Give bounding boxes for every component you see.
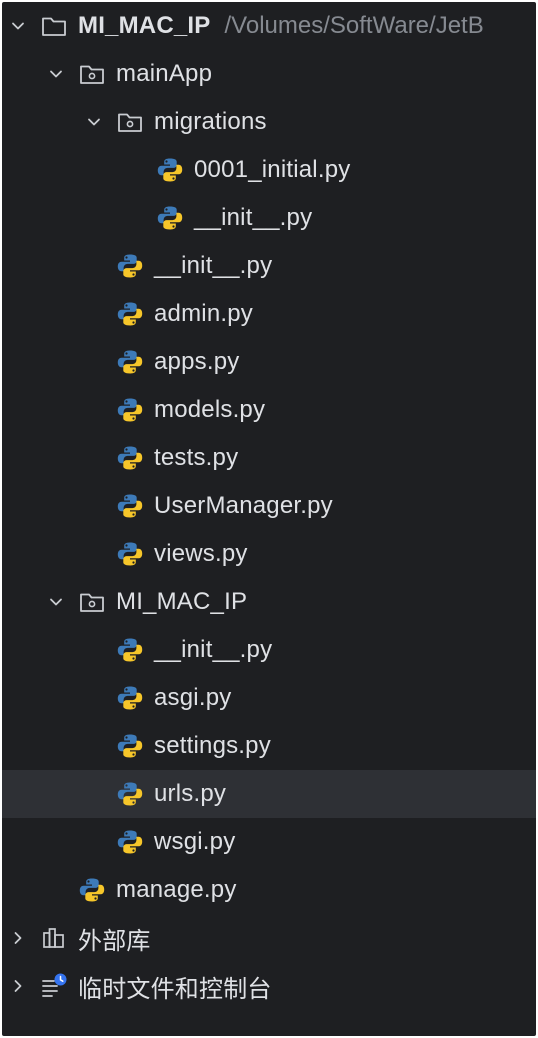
tree-row-file[interactable]: settings.py bbox=[2, 722, 536, 770]
file-label: tests.py bbox=[154, 444, 239, 471]
tree-row-project-root[interactable]: MI_MAC_IP /Volumes/SoftWare/JetB bbox=[2, 2, 536, 50]
tree-row-scratches-consoles[interactable]: 临时文件和控制台 bbox=[2, 962, 536, 1010]
python-file-icon bbox=[116, 684, 144, 712]
python-file-icon bbox=[116, 540, 144, 568]
python-file-icon bbox=[116, 492, 144, 520]
package-folder-icon bbox=[78, 588, 106, 616]
package-folder-icon bbox=[116, 108, 144, 136]
tree-row-file[interactable]: asgi.py bbox=[2, 674, 536, 722]
project-tree-panel: MI_MAC_IP /Volumes/SoftWare/JetB mainApp… bbox=[2, 2, 536, 1036]
tree-row-file[interactable]: tests.py bbox=[2, 434, 536, 482]
chevron-down-icon[interactable] bbox=[48, 594, 64, 610]
file-label: urls.py bbox=[154, 780, 227, 807]
python-file-icon bbox=[156, 204, 184, 232]
external-libraries-icon bbox=[40, 924, 68, 952]
tree-row-file[interactable]: __init__.py bbox=[2, 194, 536, 242]
tree-row-file[interactable]: __init__.py bbox=[2, 242, 536, 290]
file-label: __init__.py bbox=[154, 636, 273, 663]
python-file-icon bbox=[116, 348, 144, 376]
python-file-icon bbox=[116, 300, 144, 328]
python-file-icon bbox=[116, 732, 144, 760]
tree-row-external-libraries[interactable]: 外部库 bbox=[2, 914, 536, 962]
tree-row-file[interactable]: __init__.py bbox=[2, 626, 536, 674]
tree-row-file[interactable]: 0001_initial.py bbox=[2, 146, 536, 194]
file-label: admin.py bbox=[154, 300, 253, 327]
file-label: apps.py bbox=[154, 348, 240, 375]
tree-row-file[interactable]: manage.py bbox=[2, 866, 536, 914]
chevron-right-icon[interactable] bbox=[10, 978, 26, 994]
python-file-icon bbox=[156, 156, 184, 184]
folder-label: mainApp bbox=[116, 60, 213, 87]
tree-row-file-selected[interactable]: urls.py bbox=[2, 770, 536, 818]
tree-row-file[interactable]: models.py bbox=[2, 386, 536, 434]
python-file-icon bbox=[116, 636, 144, 664]
chevron-down-icon[interactable] bbox=[10, 18, 26, 34]
file-label: __init__.py bbox=[154, 252, 273, 279]
file-label: settings.py bbox=[154, 732, 271, 759]
tree-row-mainapp[interactable]: mainApp bbox=[2, 50, 536, 98]
tree-row-file[interactable]: wsgi.py bbox=[2, 818, 536, 866]
python-file-icon bbox=[116, 828, 144, 856]
file-label: UserManager.py bbox=[154, 492, 333, 519]
external-libraries-label: 外部库 bbox=[78, 926, 151, 955]
chevron-down-icon[interactable] bbox=[48, 66, 64, 82]
tree-row-file[interactable]: views.py bbox=[2, 530, 536, 578]
python-file-icon bbox=[116, 780, 144, 808]
python-file-icon bbox=[78, 876, 106, 904]
file-label: __init__.py bbox=[194, 204, 313, 231]
python-file-icon bbox=[116, 252, 144, 280]
python-file-icon bbox=[116, 444, 144, 472]
folder-icon bbox=[40, 12, 68, 40]
chevron-down-icon[interactable] bbox=[86, 114, 102, 130]
file-label: 0001_initial.py bbox=[194, 156, 351, 183]
tree-row-file[interactable]: admin.py bbox=[2, 290, 536, 338]
package-folder-icon bbox=[78, 60, 106, 88]
file-label: wsgi.py bbox=[154, 828, 236, 855]
file-label: manage.py bbox=[116, 876, 237, 903]
tree-row-file[interactable]: apps.py bbox=[2, 338, 536, 386]
tree-row-migrations[interactable]: migrations bbox=[2, 98, 536, 146]
file-label: asgi.py bbox=[154, 684, 232, 711]
project-root-path: /Volumes/SoftWare/JetB bbox=[224, 12, 484, 39]
scratches-consoles-label: 临时文件和控制台 bbox=[78, 974, 272, 1003]
chevron-right-icon[interactable] bbox=[10, 930, 26, 946]
scratches-consoles-icon bbox=[40, 972, 68, 1000]
folder-label: MI_MAC_IP bbox=[116, 588, 248, 615]
tree-row-package[interactable]: MI_MAC_IP bbox=[2, 578, 536, 626]
file-label: views.py bbox=[154, 540, 248, 567]
project-root-label: MI_MAC_IP bbox=[78, 12, 211, 39]
python-file-icon bbox=[116, 396, 144, 424]
file-label: models.py bbox=[154, 396, 266, 423]
tree-row-file[interactable]: UserManager.py bbox=[2, 482, 536, 530]
folder-label: migrations bbox=[154, 108, 267, 135]
